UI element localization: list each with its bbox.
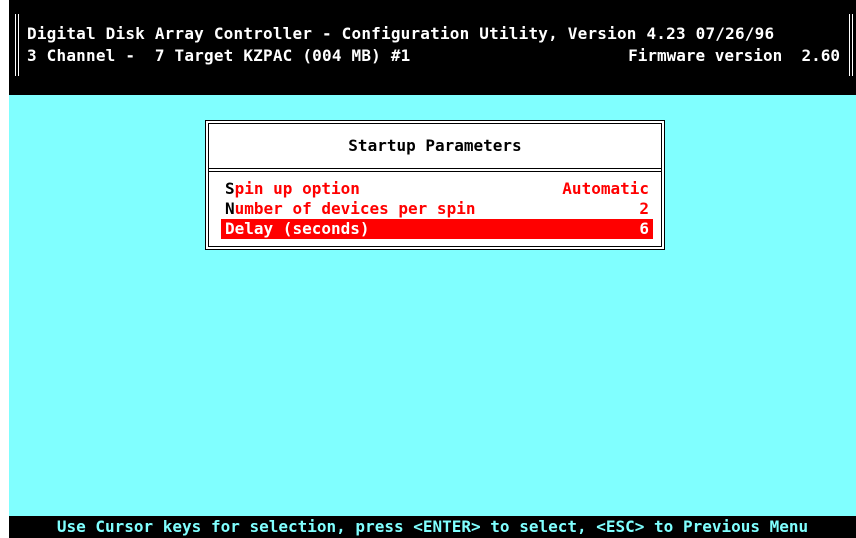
firmware-version: Firmware version 2.60 [628,46,840,65]
title-bar: Digital Disk Array Controller - Configur… [9,0,856,95]
hotkey-letter: D [225,219,235,238]
controller-info: 3 Channel - 7 Target KZPAC (004 MB) #1 [27,46,411,65]
menu-item-value: 2 [639,199,649,218]
menu-item-value: Automatic [562,179,649,198]
menu-item-label: Spin up option [225,179,360,199]
hotkey-letter: N [225,199,235,218]
label-text: umber of devices per spin [234,199,476,218]
startup-parameters-dialog: Startup Parameters Spin up option Automa… [205,120,665,250]
terminal-screen: Digital Disk Array Controller - Configur… [0,0,856,538]
menu-item-devices-per-spin[interactable]: Number of devices per spin 2 [221,199,653,219]
help-bar: Use Cursor keys for selection, press <EN… [9,516,856,538]
dialog-title: Startup Parameters [348,136,522,155]
label-text: elay (seconds) [234,219,370,238]
app-title: Digital Disk Array Controller - Configur… [27,24,775,43]
dialog-divider [209,168,661,172]
menu-item-delay-seconds[interactable]: Delay (seconds) 6 [221,219,653,239]
label-text: pin up option [234,179,360,198]
menu-item-value: 6 [639,219,649,238]
menu-item-spin-up-option[interactable]: Spin up option Automatic [221,179,653,199]
menu-item-label: Delay (seconds) [225,219,370,239]
menu-item-label: Number of devices per spin [225,199,475,219]
hotkey-letter: S [225,179,235,198]
